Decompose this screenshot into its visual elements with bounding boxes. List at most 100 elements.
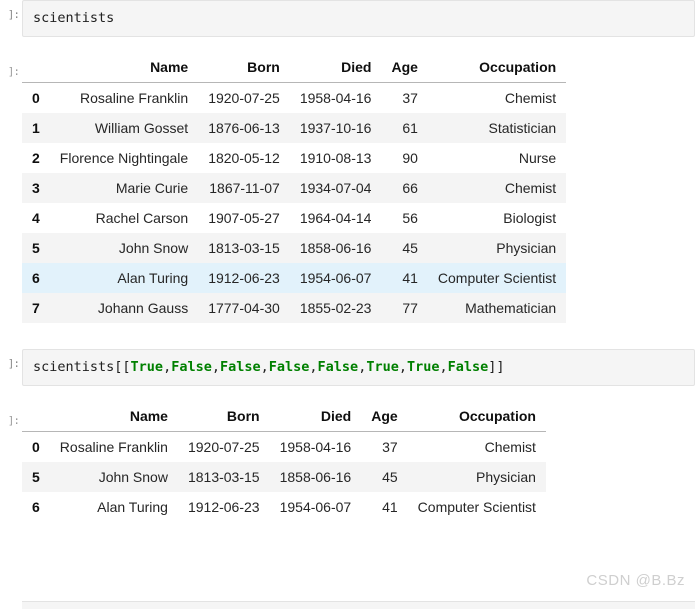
cell-occupation: Computer Scientist bbox=[427, 263, 567, 293]
cell-died: 1858-06-16 bbox=[269, 462, 362, 492]
row-index-label: 3 bbox=[22, 173, 50, 203]
cell-occupation: Physician bbox=[427, 233, 567, 263]
table-row: 6 Alan Turing 1912-06-23 1954-06-07 41 Comput… bbox=[22, 492, 546, 522]
cell-age: 45 bbox=[361, 462, 408, 492]
cell-born: 1920-07-25 bbox=[208, 90, 280, 106]
code-plain-token: scientists[[ bbox=[33, 359, 131, 375]
dataframe-table-2: Name Born Died Age Occupation 0 Rosaline Fran… bbox=[22, 406, 546, 522]
output-cell-1: ]: Name Born Died Age Occupation 0 Rosaline F… bbox=[0, 57, 695, 323]
row-index-label: 6 bbox=[22, 263, 50, 293]
table-body: 0 Rosaline Franklin 1920-07-25 1958-04-16 37… bbox=[22, 432, 546, 523]
column-header-age: Age bbox=[361, 406, 408, 432]
cell-age: 37 bbox=[402, 90, 418, 106]
cell-occupation: Chemist bbox=[504, 90, 557, 106]
table-row: 5 John Snow 1813-03-15 1858-06-16 45 Physicia… bbox=[22, 462, 546, 492]
input-prompt-2: ]: bbox=[7, 357, 20, 369]
code-keyword-token: False bbox=[317, 359, 359, 375]
output-prompt-1: ]: bbox=[7, 65, 20, 77]
code-keyword-token: False bbox=[171, 359, 212, 375]
code-plain-token: ]] bbox=[488, 359, 505, 375]
cell-born: 1907-05-27 bbox=[208, 210, 280, 226]
cell-died: 1954-06-07 bbox=[289, 263, 382, 293]
cell-died: 1964-04-14 bbox=[299, 210, 372, 226]
cell-age: 56 bbox=[402, 210, 418, 226]
dataframe-output-2: Name Born Died Age Occupation 0 Rosaline Fran… bbox=[22, 406, 695, 522]
table-head: Name Born Died Age Occupation bbox=[22, 406, 546, 432]
table-row: 6 Alan Turing 1912-06-23 1954-06-07 41 Comput… bbox=[22, 263, 567, 293]
code-keyword-token: True bbox=[406, 359, 440, 375]
dataframe-table-1: Name Born Died Age Occupation 0 Rosaline Fran… bbox=[22, 57, 567, 323]
column-header-name: Name bbox=[49, 57, 199, 83]
cell-died: 1910-08-13 bbox=[299, 150, 372, 166]
column-header-index bbox=[22, 406, 50, 432]
code-keyword-token: False bbox=[447, 359, 489, 375]
row-index-label: 0 bbox=[32, 439, 40, 455]
cell-age: 66 bbox=[381, 173, 428, 203]
cell-born: 1777-04-30 bbox=[198, 293, 290, 323]
cell-occupation: Nurse bbox=[518, 150, 557, 166]
code-plain-token: , bbox=[309, 359, 318, 375]
cell-born: 1813-03-15 bbox=[198, 233, 290, 263]
row-index-label: 5 bbox=[22, 462, 50, 492]
cell-age: 37 bbox=[382, 439, 398, 455]
table-head: Name Born Died Age Occupation bbox=[22, 57, 567, 83]
cell-occupation: Biologist bbox=[503, 210, 557, 226]
cell-age: 45 bbox=[381, 233, 428, 263]
column-header-index bbox=[22, 57, 50, 83]
table-row: 0 Rosaline Franklin 1920-07-25 1958-04-16 37… bbox=[22, 432, 546, 463]
column-header-born: Born bbox=[198, 57, 290, 83]
cell-name: Florence Nightingale bbox=[59, 150, 189, 166]
column-header-died: Died bbox=[289, 57, 382, 83]
code-keyword-token: True bbox=[130, 359, 164, 375]
code-keyword-token: False bbox=[268, 359, 310, 375]
cell-occupation: Mathematician bbox=[427, 293, 567, 323]
code-cell-2[interactable]: ]: scientists[[True,False,False,False,Fa… bbox=[0, 349, 695, 386]
next-cell-edge bbox=[22, 601, 695, 609]
watermark: CSDN @B.Bz bbox=[586, 572, 685, 589]
cell-died: 1855-02-23 bbox=[289, 293, 382, 323]
table-row: 0 Rosaline Franklin 1920-07-25 1958-04-16 37… bbox=[22, 83, 566, 114]
cell-occupation: Statistician bbox=[427, 113, 567, 143]
code-plain-token: , bbox=[439, 359, 448, 375]
row-index-label: 6 bbox=[32, 499, 40, 515]
row-index-label: 7 bbox=[22, 293, 50, 323]
cell-name: Rachel Carson bbox=[95, 210, 189, 226]
cell-born: 1876-06-13 bbox=[198, 113, 290, 143]
column-header-age: Age bbox=[381, 57, 428, 83]
cell-age: 41 bbox=[381, 263, 428, 293]
input-prompt-1: ]: bbox=[7, 8, 20, 20]
code-plain-token: , bbox=[398, 359, 407, 375]
cell-name: John Snow bbox=[49, 462, 178, 492]
table-row: 1 William Gosset 1876-06-13 1937-10-16 61 Sta… bbox=[22, 113, 567, 143]
cell-age: 41 bbox=[382, 499, 398, 515]
cell-born: 1912-06-23 bbox=[187, 499, 260, 515]
cell-died: 1958-04-16 bbox=[279, 439, 352, 455]
cell-name: Alan Turing bbox=[49, 263, 199, 293]
cell-occupation: Chemist bbox=[484, 439, 536, 455]
code-editor-2[interactable]: scientists[[True,False,False,False,False… bbox=[22, 349, 695, 386]
cell-name: William Gosset bbox=[49, 113, 199, 143]
cell-died: 1958-04-16 bbox=[299, 90, 372, 106]
cell-died: 1934-07-04 bbox=[289, 173, 382, 203]
header-row: Name Born Died Age Occupation bbox=[22, 57, 567, 83]
cell-name: Alan Turing bbox=[97, 499, 168, 515]
cell-died: 1937-10-16 bbox=[289, 113, 382, 143]
row-index-label: 5 bbox=[22, 233, 50, 263]
cell-name: John Snow bbox=[49, 233, 199, 263]
column-header-name: Name bbox=[49, 406, 178, 432]
cell-occupation: Computer Scientist bbox=[417, 499, 536, 515]
code-keyword-token: True bbox=[366, 359, 399, 375]
cell-born: 1920-07-25 bbox=[187, 439, 260, 455]
column-header-occupation: Occupation bbox=[427, 57, 567, 83]
output-prompt-2: ]: bbox=[7, 414, 20, 426]
header-row: Name Born Died Age Occupation bbox=[22, 406, 546, 432]
cell-died: 1954-06-07 bbox=[279, 499, 352, 515]
table-row: 5 John Snow 1813-03-15 1858-06-16 45 Physicia… bbox=[22, 233, 567, 263]
code-editor-1[interactable]: scientists bbox=[22, 0, 695, 37]
row-index-label: 1 bbox=[22, 113, 50, 143]
code-plain-token: , bbox=[211, 359, 220, 375]
cell-name: Marie Curie bbox=[49, 173, 199, 203]
code-cell-1[interactable]: ]: scientists bbox=[0, 0, 695, 37]
row-index-label: 0 bbox=[32, 90, 40, 106]
